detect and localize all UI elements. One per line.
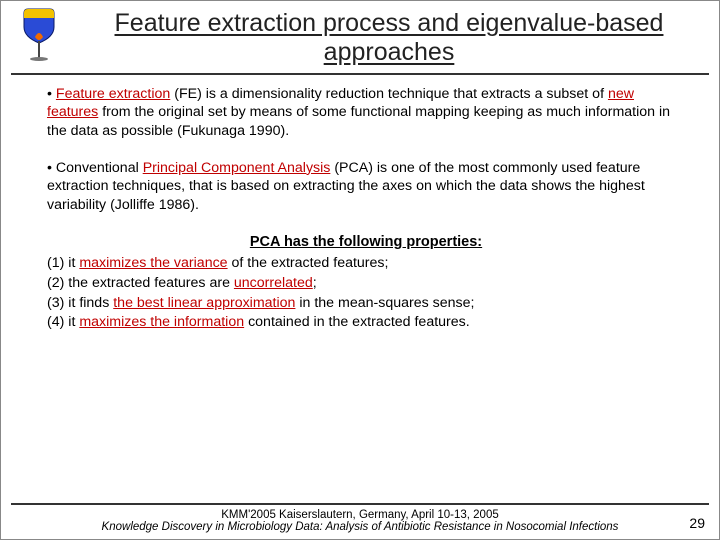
highlight: maximizes the variance: [79, 255, 227, 271]
text: of the extracted features;: [228, 255, 389, 271]
highlight: maximizes the information: [79, 314, 244, 330]
page-number: 29: [689, 515, 705, 531]
highlight: Feature extraction: [56, 86, 170, 102]
text: it: [64, 314, 79, 330]
property-3: (3) it finds the best linear approximati…: [47, 294, 685, 313]
num: (3): [47, 295, 64, 311]
text: contained in the extracted features.: [244, 314, 470, 330]
property-4: (4) it maximizes the information contain…: [47, 313, 685, 332]
text: (FE) is a dimensionality reduction techn…: [170, 86, 608, 102]
text: in the mean-squares sense;: [295, 295, 474, 311]
highlight: the best linear approximation: [113, 295, 295, 311]
body: Feature extraction (FE) is a dimensional…: [1, 75, 719, 332]
text: ;: [313, 275, 317, 291]
slide-title: Feature extraction process and eigenvalu…: [77, 7, 711, 71]
highlight: Principal Component Analysis: [143, 160, 331, 176]
footer-line-2: Knowledge Discovery in Microbiology Data…: [1, 521, 719, 533]
slide: Feature extraction process and eigenvalu…: [0, 0, 720, 540]
logo: [9, 7, 69, 61]
bullet-1: Feature extraction (FE) is a dimensional…: [47, 85, 685, 141]
bullet-marker: [47, 160, 56, 176]
footer-divider: [11, 503, 709, 505]
property-2: (2) the extracted features are uncorrela…: [47, 274, 685, 293]
text: Conventional: [56, 160, 143, 176]
footer: KMM'2005 Kaiserslautern, Germany, April …: [1, 503, 719, 533]
header: Feature extraction process and eigenvalu…: [1, 1, 719, 71]
text: it finds: [64, 295, 113, 311]
text: the extracted features are: [64, 275, 234, 291]
num: (4): [47, 314, 64, 330]
text: from the original set by means of some f…: [47, 104, 670, 139]
bullet-2: Conventional Principal Component Analysi…: [47, 159, 685, 215]
text: it: [64, 255, 79, 271]
highlight: uncorrelated: [234, 275, 313, 291]
num: (2): [47, 275, 64, 291]
bullet-marker: [47, 86, 56, 102]
property-1: (1) it maximizes the variance of the ext…: [47, 254, 685, 273]
shield-torch-icon: [12, 7, 66, 61]
num: (1): [47, 255, 64, 271]
footer-line-1: KMM'2005 Kaiserslautern, Germany, April …: [1, 509, 719, 521]
properties-heading: PCA has the following properties:: [47, 233, 685, 252]
